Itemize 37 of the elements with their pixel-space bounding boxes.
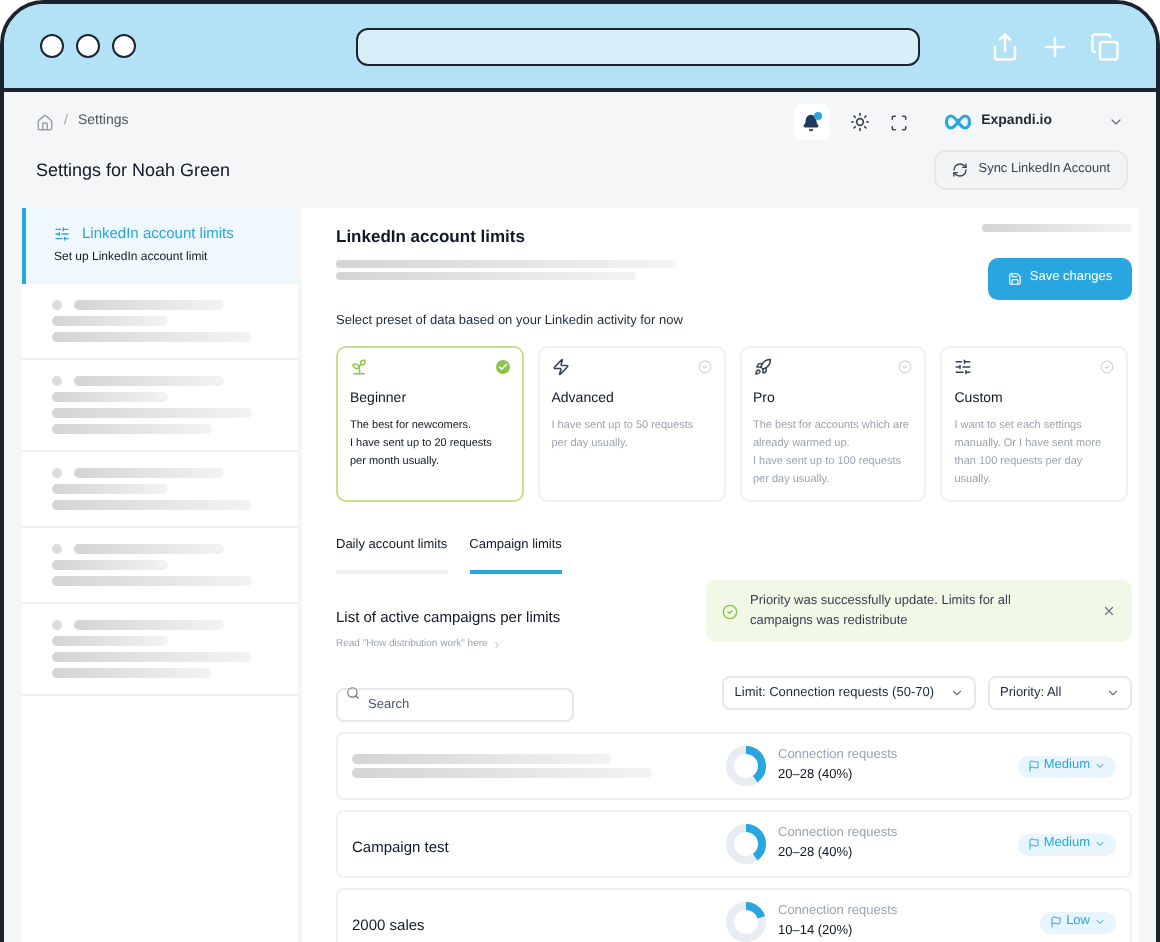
sun-icon[interactable] xyxy=(849,112,870,133)
save-icon xyxy=(1007,271,1022,286)
window-control-icon[interactable] xyxy=(40,34,64,58)
fullscreen-icon[interactable] xyxy=(889,113,908,132)
window-control-icon[interactable] xyxy=(76,34,100,58)
caret-icon xyxy=(1094,916,1106,928)
window-control-icon[interactable] xyxy=(112,34,136,58)
logo-icon xyxy=(943,112,972,133)
check-icon xyxy=(898,359,913,373)
flag-icon xyxy=(1027,760,1040,772)
address-bar[interactable] xyxy=(356,27,920,65)
chevron-right-icon xyxy=(491,639,502,650)
caret-icon xyxy=(1094,838,1106,850)
flag-icon xyxy=(1027,838,1040,850)
search-icon xyxy=(346,686,360,700)
rocket-icon xyxy=(753,357,771,375)
flag-icon xyxy=(1050,916,1063,928)
check-icon xyxy=(495,359,510,373)
chevron-down-icon xyxy=(1106,686,1120,700)
close-icon[interactable] xyxy=(1102,604,1116,619)
progress-ring xyxy=(724,744,768,788)
panel-title: LinkedIn account limits xyxy=(336,223,527,249)
chevron-down-icon xyxy=(950,686,964,700)
sliders-icon xyxy=(954,357,973,375)
sliders-icon xyxy=(54,225,70,242)
progress-ring xyxy=(724,822,768,866)
caret-icon xyxy=(1094,760,1106,772)
notification-button[interactable] xyxy=(793,104,830,141)
check-icon xyxy=(697,359,711,373)
bell-icon xyxy=(802,113,821,132)
page-title: Settings for Noah Green xyxy=(36,157,231,184)
check-icon xyxy=(1100,359,1114,373)
refresh-icon xyxy=(952,162,969,179)
lightning-icon xyxy=(551,357,570,375)
progress-ring xyxy=(724,900,768,942)
check-circle-icon xyxy=(722,603,738,620)
sprout-icon xyxy=(350,357,368,375)
